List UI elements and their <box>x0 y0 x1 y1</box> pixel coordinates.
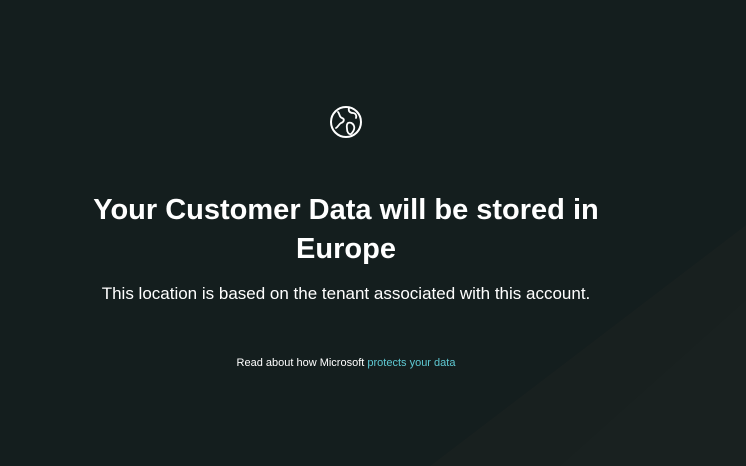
data-residency-panel: Your Customer Data will be stored in Eur… <box>0 0 692 466</box>
globe-icon <box>330 106 362 138</box>
privacy-info-prefix: Read about how Microsoft <box>236 357 368 369</box>
page-title: Your Customer Data will be stored in Eur… <box>93 194 599 265</box>
location-description: This location is based on the tenant ass… <box>101 284 591 303</box>
protects-your-data-link[interactable]: protects your data <box>367 357 455 369</box>
privacy-info-line: Read about how Microsoft protects your d… <box>40 355 652 371</box>
